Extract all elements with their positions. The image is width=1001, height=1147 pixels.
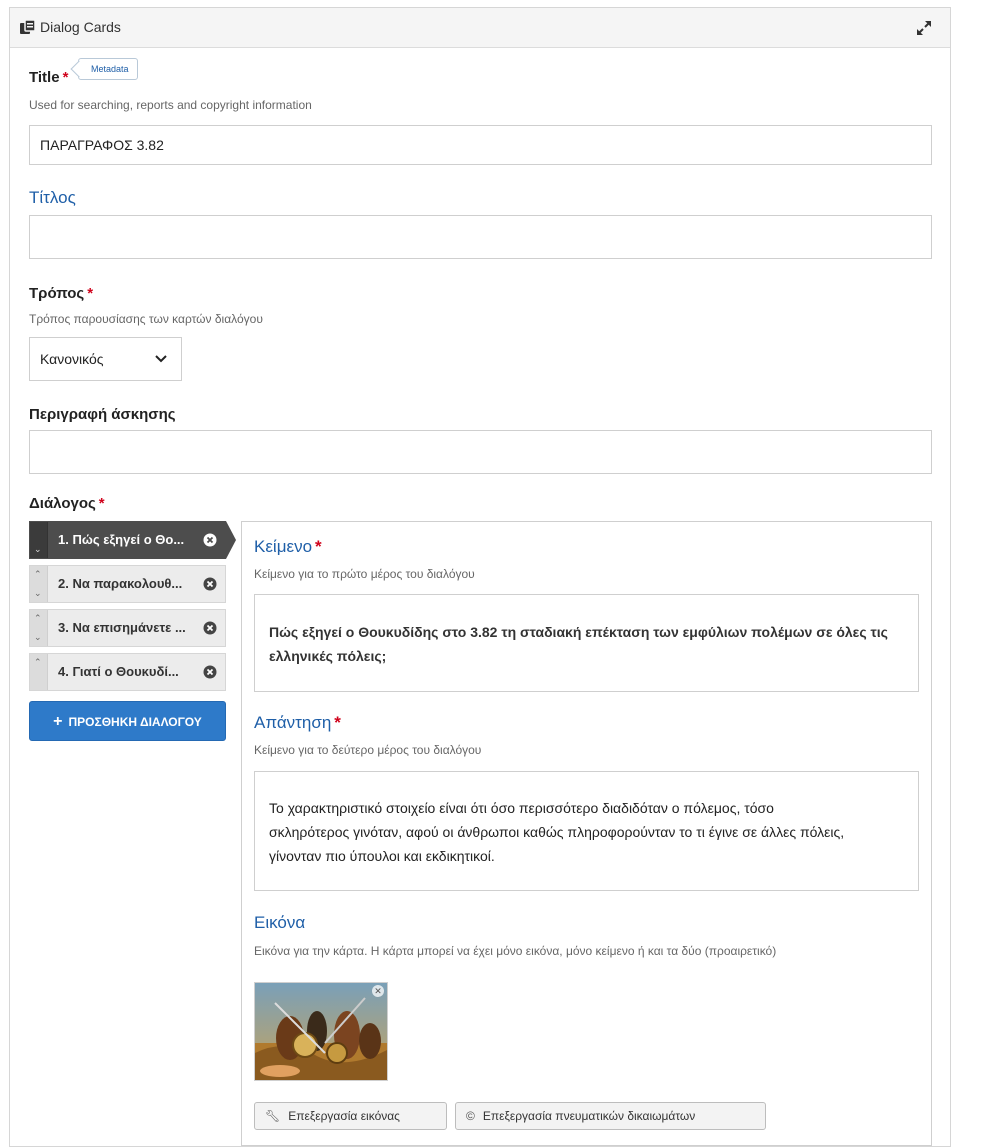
reorder-handle[interactable]: ⌃: [30, 654, 48, 690]
required-mark: *: [87, 285, 94, 302]
move-up-icon[interactable]: ⌃: [34, 569, 42, 579]
titlos-input[interactable]: [29, 215, 932, 259]
required-mark: *: [315, 537, 322, 556]
metadata-button[interactable]: Metadata: [78, 58, 138, 80]
move-up-icon[interactable]: ⌃: [34, 613, 42, 623]
add-dialog-button[interactable]: + ΠΡΟΣΘΗΚΗ ΔΙΑΛΟΓΟΥ: [29, 701, 226, 741]
text-label: Κείμενο *: [254, 537, 322, 557]
editor-title: Dialog Cards: [40, 19, 121, 35]
exercise-description-input[interactable]: [29, 430, 932, 474]
dialog-item-label: 3. Να επισημάνετε ...: [58, 620, 186, 635]
required-mark: *: [98, 495, 105, 512]
required-mark: *: [62, 69, 69, 86]
image-thumbnail[interactable]: ✕: [254, 982, 388, 1081]
answer-label: Απάντηση *: [254, 713, 341, 733]
title-label: Title *: [29, 69, 68, 86]
wrench-icon: 🔧︎: [265, 1109, 281, 1123]
reorder-handle[interactable]: ⌃ ⌄: [30, 610, 48, 646]
answer-label-text: Απάντηση: [254, 713, 332, 732]
required-mark: *: [334, 713, 341, 732]
copyright-icon: ©: [466, 1109, 475, 1123]
dialog-item[interactable]: ⌄ 1. Πώς εξηγεί ο Θο...: [29, 521, 236, 559]
dialogs-label: Διάλογος *: [29, 495, 105, 512]
dialog-item-label: 4. Γιατί ο Θουκυδί...: [58, 664, 179, 679]
move-up-icon[interactable]: ⌃: [34, 657, 42, 667]
text-label-text: Κείμενο: [254, 537, 313, 556]
mode-select[interactable]: Κανονικός: [29, 337, 182, 381]
reorder-handle[interactable]: ⌄: [30, 522, 48, 558]
remove-circle-icon[interactable]: [203, 665, 217, 679]
chevron-down-icon: [155, 355, 167, 363]
edit-copyright-button[interactable]: © Επεξεργασία πνευματικών δικαιωμάτων: [455, 1102, 766, 1130]
mode-description: Τρόπος παρουσίασης των καρτών διαλόγου: [29, 312, 263, 326]
dialog-item-label: 2. Να παρακολουθ...: [58, 576, 183, 591]
image-label: Εικόνα: [254, 913, 306, 932]
remove-circle-icon[interactable]: [203, 621, 217, 635]
dialog-item[interactable]: ⌃ ⌄ 2. Να παρακολουθ...: [29, 565, 226, 603]
remove-image-icon[interactable]: ✕: [372, 985, 384, 997]
dialog-cards-icon: [20, 20, 36, 34]
edit-image-label: Επεξεργασία εικόνας: [288, 1109, 400, 1123]
remove-circle-icon[interactable]: [203, 577, 217, 591]
remove-circle-icon[interactable]: [203, 533, 217, 547]
mode-label-text: Τρόπος: [29, 285, 85, 302]
edit-image-button[interactable]: 🔧︎ Επεξεργασία εικόνας: [254, 1102, 447, 1130]
title-description: Used for searching, reports and copyrigh…: [29, 98, 312, 112]
title-label-text: Title: [29, 69, 60, 86]
mode-select-value: Κανονικός: [40, 351, 104, 367]
edit-copyright-label: Επεξεργασία πνευματικών δικαιωμάτων: [482, 1109, 696, 1123]
text-editor[interactable]: Πώς εξηγεί ο Θουκυδίδης στο 3.82 τη σταδ…: [254, 594, 919, 692]
move-down-icon[interactable]: ⌄: [34, 632, 42, 642]
answer-editor[interactable]: Το χαρακτηριστικό στοιχείο είναι ότι όσο…: [254, 771, 919, 891]
move-down-icon[interactable]: ⌄: [34, 588, 42, 598]
dialog-item[interactable]: ⌃ 4. Γιατί ο Θουκυδί...: [29, 653, 226, 691]
dialog-item-label: 1. Πώς εξηγεί ο Θο...: [58, 532, 185, 547]
expand-icon[interactable]: [914, 18, 934, 38]
move-down-icon[interactable]: ⌄: [34, 544, 42, 554]
dialogs-label-text: Διάλογος: [29, 495, 96, 512]
answer-description: Κείμενο για το δεύτερο μέρος του διαλόγο…: [254, 743, 482, 757]
exercise-description-label: Περιγραφή άσκησης: [29, 406, 176, 423]
editor-header: Dialog Cards: [10, 8, 950, 48]
title-input[interactable]: ΠΑΡΑΓΡΑΦΟΣ 3.82: [29, 125, 932, 165]
titlos-label: Τίτλος: [29, 188, 76, 207]
mode-label: Τρόπος *: [29, 285, 93, 302]
dialog-item[interactable]: ⌃ ⌄ 3. Να επισημάνετε ...: [29, 609, 226, 647]
add-dialog-label: ΠΡΟΣΘΗΚΗ ΔΙΑΛΟΓΟΥ: [68, 715, 202, 729]
plus-icon: +: [53, 713, 63, 730]
image-description: Εικόνα για την κάρτα. Η κάρτα μπορεί να …: [254, 944, 777, 958]
battle-scene-image: [255, 983, 387, 1080]
text-description: Κείμενο για το πρώτο μέρος του διαλόγου: [254, 567, 475, 581]
reorder-handle[interactable]: ⌃ ⌄: [30, 566, 48, 602]
